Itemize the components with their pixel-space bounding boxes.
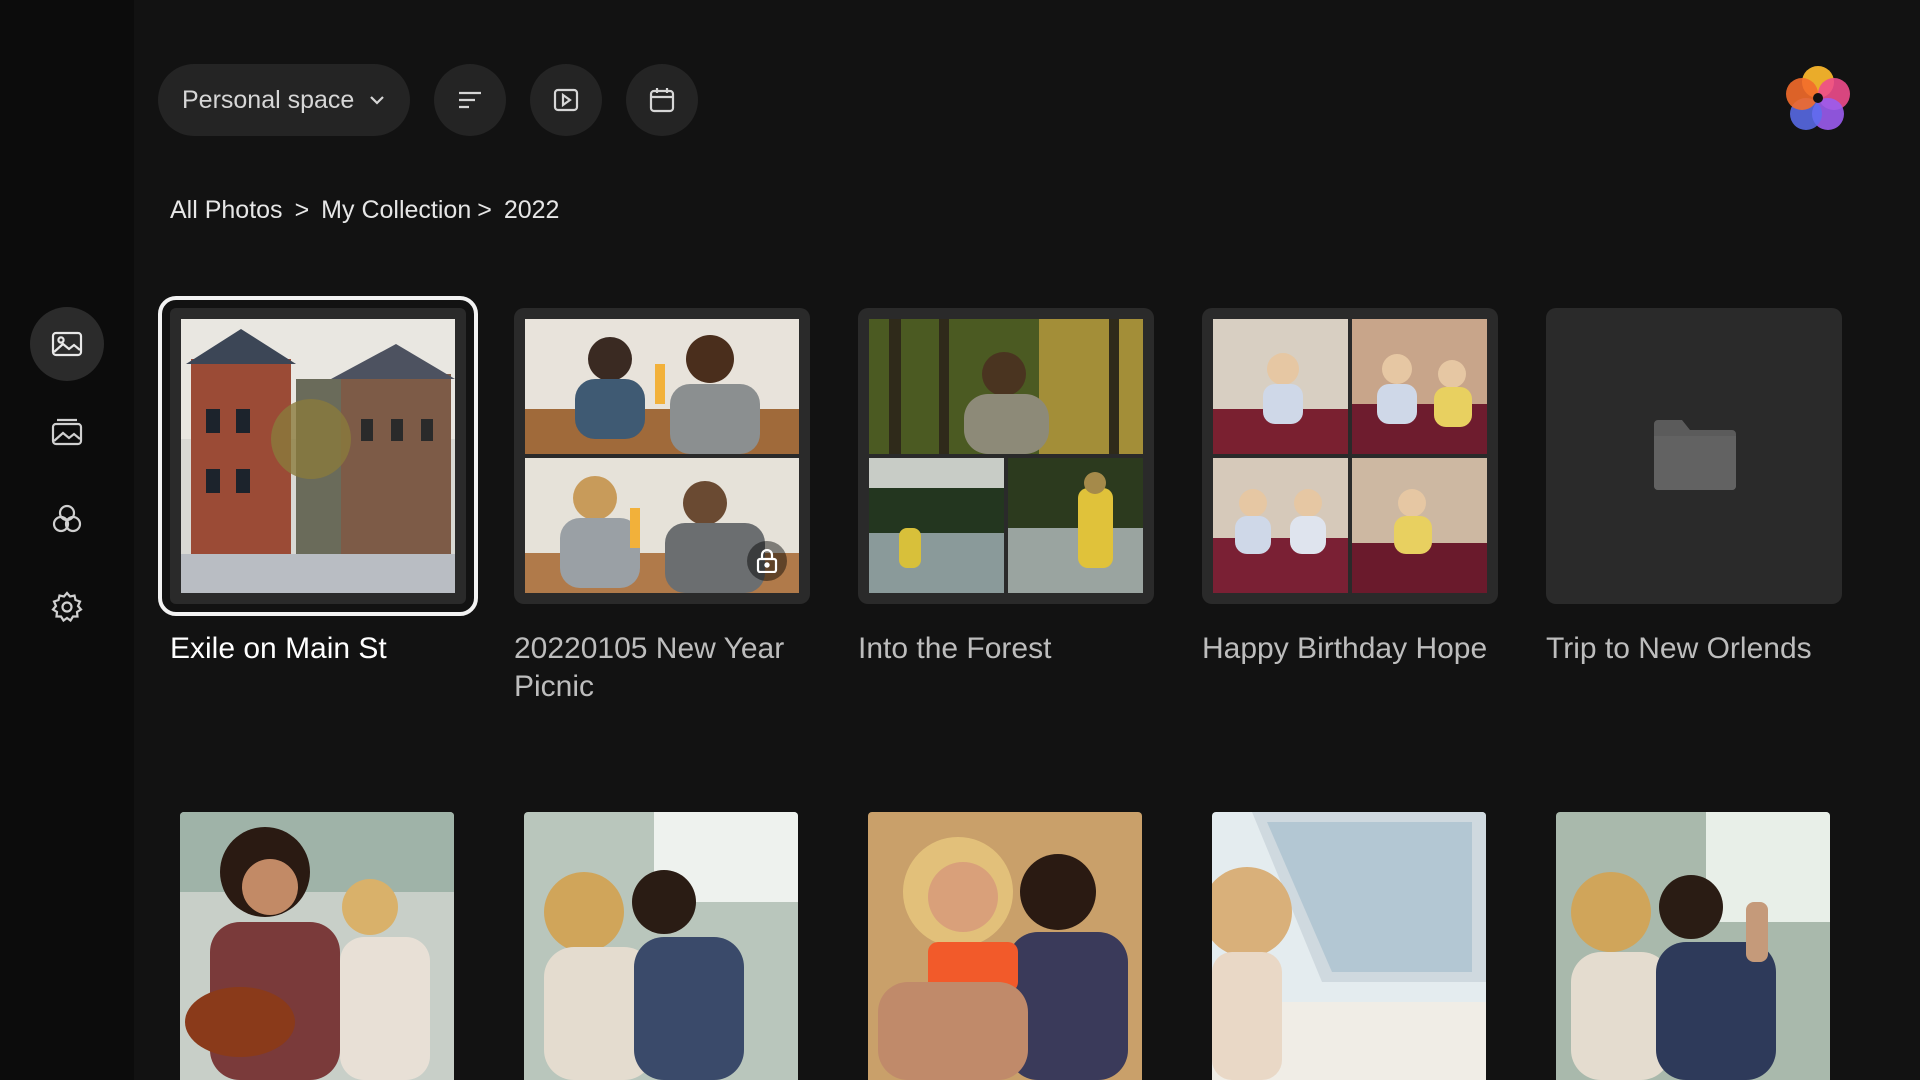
album-cover — [158, 296, 478, 616]
album-cover-collage — [869, 319, 1143, 593]
sidebar-item-settings[interactable] — [30, 570, 104, 644]
photo-thumbnail[interactable] — [1556, 812, 1830, 1080]
album-cover — [514, 308, 810, 604]
collage-image — [1008, 458, 1143, 593]
breadcrumb-current: 2022 — [503, 196, 560, 224]
lock-icon — [756, 549, 778, 573]
photo-thumbnail[interactable] — [524, 812, 798, 1080]
album-card[interactable]: Into the Forest — [858, 308, 1154, 668]
album-card[interactable]: Happy Birthday Hope — [1202, 308, 1498, 668]
sidebar-item-albums[interactable] — [30, 395, 104, 469]
albums-icon — [51, 418, 83, 446]
album-cover-image — [181, 319, 455, 593]
space-label: Personal space — [182, 85, 355, 114]
album-card[interactable]: Exile on Main St — [158, 296, 478, 668]
breadcrumb: All Photos > My Collection > 2022 — [170, 196, 559, 225]
photo-thumbnail[interactable] — [868, 812, 1142, 1080]
calendar-button[interactable] — [626, 64, 699, 136]
collage-image — [869, 319, 1143, 454]
photo-thumbnail[interactable] — [180, 812, 454, 1080]
collage-image — [1352, 319, 1487, 454]
sidebar-item-photos[interactable] — [30, 307, 104, 381]
album-title: 20220105 New Year Picnic — [514, 632, 785, 703]
breadcrumb-root[interactable]: All Photos — [170, 196, 283, 225]
album-card[interactable]: Trip to New Orlends — [1546, 308, 1842, 668]
album-cover-collage — [1213, 319, 1487, 593]
album-cover — [1202, 308, 1498, 604]
photos-icon — [51, 331, 83, 357]
breadcrumb-separator: > — [294, 196, 310, 224]
album-cover — [858, 308, 1154, 604]
folder-icon — [1654, 420, 1736, 490]
album-card[interactable]: 20220105 New Year Picnic — [514, 308, 810, 706]
collage-image — [869, 458, 1004, 593]
album-title: Happy Birthday Hope — [1202, 632, 1488, 665]
photo-thumbnail[interactable] — [1212, 812, 1486, 1080]
gear-icon — [51, 591, 83, 623]
sort-icon — [459, 91, 482, 109]
app-logo — [1786, 66, 1850, 130]
calendar-icon — [650, 88, 675, 113]
sidebar-item-shared[interactable] — [30, 482, 104, 556]
collage-image — [1213, 319, 1348, 454]
shared-icon — [52, 504, 82, 533]
album-cover — [1546, 308, 1842, 604]
slideshow-icon — [554, 88, 579, 112]
sidebar — [0, 0, 134, 1080]
collage-image — [1213, 458, 1348, 593]
toolbar: Personal space — [158, 64, 699, 136]
lock-badge — [747, 541, 787, 581]
sort-button[interactable] — [434, 64, 507, 136]
album-cover-collage — [525, 319, 799, 593]
breadcrumb-separator: > — [477, 196, 492, 224]
album-title: Exile on Main St — [170, 632, 387, 665]
collage-image — [525, 319, 799, 454]
collage-image — [1352, 458, 1487, 593]
chevron-down-icon — [370, 96, 385, 105]
album-title: Trip to New Orlends — [1546, 632, 1812, 665]
space-selector[interactable]: Personal space — [158, 64, 411, 136]
album-title: Into the Forest — [858, 632, 1052, 665]
slideshow-button[interactable] — [530, 64, 603, 136]
breadcrumb-middle[interactable]: My Collection — [321, 196, 471, 225]
